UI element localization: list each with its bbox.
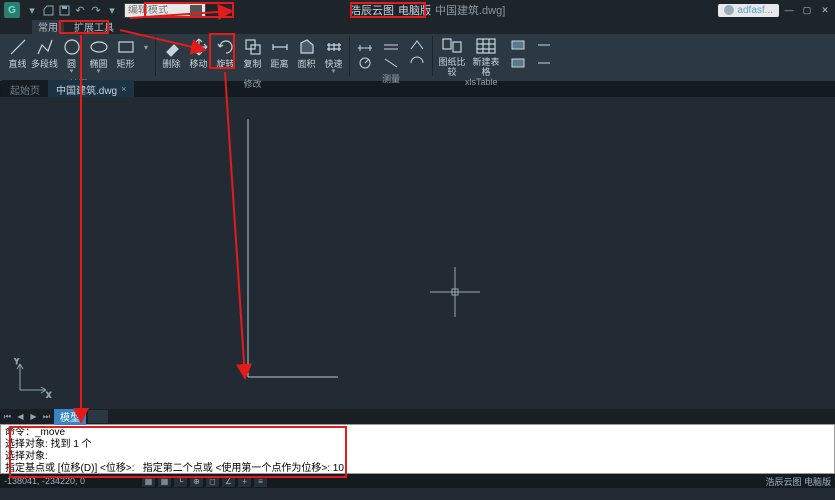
document-name: 中国建筑.dwg] [435, 2, 505, 18]
close-tab-icon[interactable]: × [121, 84, 126, 94]
ext-2[interactable] [505, 54, 531, 72]
draw-more-button[interactable]: ▾ [139, 36, 153, 77]
track-toggle[interactable]: ∠ [222, 476, 235, 487]
user-name: adfasf... [737, 5, 773, 16]
tab-extend-tools[interactable]: 扩展工具 [68, 18, 120, 34]
ext-4[interactable] [531, 54, 557, 72]
line-icon [7, 36, 29, 58]
lwt-toggle[interactable]: ≡ [254, 476, 267, 487]
line-button[interactable]: 直线 [4, 36, 31, 77]
tab-last[interactable]: ⏭ [41, 411, 52, 422]
distance-icon [269, 36, 291, 58]
ellipse-button[interactable]: 椭圆▾ [85, 36, 112, 77]
close-button[interactable]: ✕ [817, 3, 833, 17]
distance-button[interactable]: 距离 [266, 36, 293, 77]
move-button[interactable]: 移动 [185, 36, 212, 77]
ribbon: 直线 多段线 圆▾ 椭圆▾ 矩形 ▾ 绘图 删除 移动 旋转 复制 距离 面积 … [0, 34, 835, 81]
cmd-line-3: 选择对象: [5, 451, 830, 463]
cmd-line-1: 命令：_move [5, 427, 830, 439]
grid-toggle[interactable]: ▦ [158, 476, 171, 487]
ext-3[interactable] [531, 36, 557, 54]
move-icon [188, 36, 210, 58]
coordinates: -138041, -234220, 0 [4, 476, 124, 486]
search-go-button[interactable] [190, 5, 202, 16]
compare-button[interactable]: 图纸比较 [435, 36, 469, 77]
snap-toggle[interactable]: ▦ [142, 476, 155, 487]
dim-5[interactable] [378, 54, 404, 72]
tab-first[interactable]: ⏮ [2, 411, 13, 422]
erase-button[interactable]: 删除 [158, 36, 185, 77]
app-logo: G [4, 2, 20, 18]
qat-undo-icon[interactable]: ↶ [73, 3, 87, 17]
table-icon [475, 36, 497, 56]
tab-common[interactable]: 常用 [32, 18, 64, 34]
rotate-icon [215, 36, 237, 58]
user-badge[interactable]: adfasf... [718, 4, 779, 17]
maximize-button[interactable]: ▢ [799, 3, 815, 17]
group-measure-label: 测量 [382, 72, 400, 85]
active-doc-tab[interactable]: 中国建筑.dwg× [48, 80, 134, 99]
polyline-button[interactable]: 多段线 [31, 36, 58, 77]
chevron-down-icon: ▾ [135, 36, 157, 58]
erase-icon [161, 36, 183, 58]
dim-1[interactable] [352, 36, 378, 54]
copy-button[interactable]: 复制 [239, 36, 266, 77]
area-icon [296, 36, 318, 58]
ellipse-icon [88, 36, 110, 58]
quick-button[interactable]: 快速▾ [320, 36, 347, 77]
status-bar: -138041, -234220, 0 ▦ ▦ └ ⊕ ◻ ∠ + ≡ 浩辰云图… [0, 474, 835, 488]
polar-toggle[interactable]: ⊕ [190, 476, 203, 487]
ortho-toggle[interactable]: └ [174, 476, 187, 487]
title-bar: G ▾ ↶ ↷ ▾ 浩辰云图 电脑版 中国建筑.dwg] adfasf... —… [0, 0, 835, 20]
cmd-line-2: 选择对象: 找到 1 个 [5, 439, 830, 451]
status-brand: 浩辰云图 电脑版 [765, 475, 831, 488]
qat-more-icon[interactable]: ▾ [105, 3, 119, 17]
search-input[interactable] [128, 5, 188, 16]
dim-3[interactable] [404, 36, 430, 54]
drawing-canvas[interactable]: YX [0, 97, 835, 409]
svg-text:X: X [46, 391, 52, 398]
group-compare-label: xlsTable [465, 77, 498, 87]
compare-icon [441, 36, 463, 56]
tab-prev[interactable]: ◀ [15, 411, 26, 422]
app-edition: 电脑版 [398, 2, 431, 18]
layout-tabs: ⏮ ◀ ▶ ⏭ 模型 [0, 409, 835, 424]
polyline-icon [34, 36, 56, 58]
copy-icon [242, 36, 264, 58]
qat-dropdown-icon[interactable]: ▾ [25, 3, 39, 17]
newtable-button[interactable]: 新建表格 [469, 36, 503, 77]
minimize-button[interactable]: — [781, 3, 797, 17]
area-button[interactable]: 面积 [293, 36, 320, 77]
rect-icon [115, 36, 137, 58]
ext-1[interactable] [505, 36, 531, 54]
quick-icon [323, 36, 345, 58]
avatar [724, 5, 734, 15]
qat-open-icon[interactable] [41, 3, 55, 17]
search-box[interactable] [124, 3, 206, 18]
rotate-button[interactable]: 旋转 [212, 36, 239, 77]
qat-save-icon[interactable] [57, 3, 71, 17]
group-modify-label: 修改 [243, 77, 261, 90]
start-tab[interactable]: 起始页 [2, 80, 48, 99]
svg-text:Y: Y [14, 358, 20, 366]
layout-tab[interactable] [88, 410, 108, 423]
command-window[interactable]: 命令：_move 选择对象: 找到 1 个 选择对象: 指定基点或 [位移(D)… [0, 424, 835, 474]
window-title: 浩辰云图 电脑版 中国建筑.dwg] [350, 2, 505, 18]
ribbon-tabs: 常用 扩展工具 [0, 20, 835, 34]
ucs-icon: YX [12, 358, 52, 401]
circle-icon [61, 36, 83, 58]
osnap-toggle[interactable]: ◻ [206, 476, 219, 487]
qat-redo-icon[interactable]: ↷ [89, 3, 103, 17]
dim-4[interactable] [352, 54, 378, 72]
circle-button[interactable]: 圆▾ [58, 36, 85, 77]
model-tab[interactable]: 模型 [54, 408, 86, 425]
tab-next[interactable]: ▶ [28, 411, 39, 422]
dim-2[interactable] [378, 36, 404, 54]
app-name: 浩辰云图 [350, 2, 394, 18]
dyn-toggle[interactable]: + [238, 476, 251, 487]
dim-6[interactable] [404, 54, 430, 72]
